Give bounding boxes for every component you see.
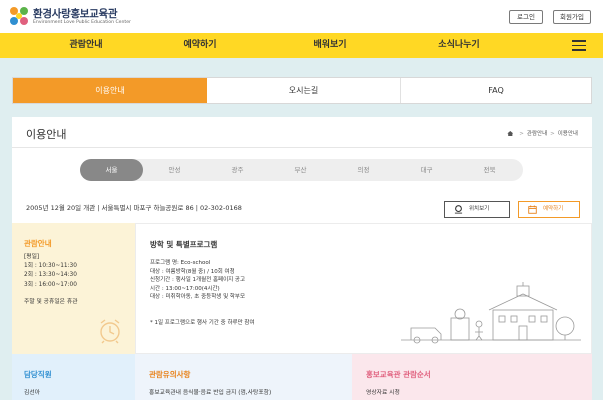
logo-subtitle: Environment Love Public Education Center [33,20,131,25]
program-line: 대상 : 여름방학(8월 중) / 10회 여청 [150,268,235,275]
breadcrumb-item-current: 이용안내 [557,131,578,137]
program-note: * 1일 프로그램으로 행사 기간 중 하루만 참여 [150,320,255,326]
sub-tabs: 이용안내 오시는길 FAQ [12,77,592,104]
hours-line: 3회 : 16:00~17:00 [24,281,77,288]
calendar-icon [528,205,537,214]
main-nav: 관람안내 예약하기 배워보기 소식나누기 [0,33,603,58]
region-selector: 서울 안성 광주 부산 의정 대구 전북 [80,159,523,181]
staff-name: 김선아 [24,390,40,396]
region-anseong[interactable]: 안성 [143,159,206,181]
order-card: 홍보교육관 관람순서 영상자료 시청 [352,354,592,400]
region-busan[interactable]: 부산 [269,159,332,181]
program-line: 프로그램 명: Eco-school [150,260,211,266]
region-jeonbuk[interactable]: 전북 [458,159,521,181]
site-logo[interactable]: 환경사랑홍보교육관 Environment Love Public Educat… [8,4,158,30]
nav-item-visit-info[interactable]: 관람안내 [36,33,136,58]
location-pin-icon [454,205,463,214]
region-daegu[interactable]: 대구 [395,159,458,181]
nav-item-news[interactable]: 소식나누기 [409,33,509,58]
reserve-button[interactable]: 예약하기 [518,201,580,218]
program-line: 대상 : 미취학아동, 초 중등학생 및 학부모 [150,294,246,301]
menu-icon[interactable] [572,40,586,51]
map-button-label: 위치보기 [469,206,490,212]
school-illustration-icon [401,282,581,344]
map-button[interactable]: 위치보기 [444,201,510,218]
order-heading: 홍보교육관 관람순서 [366,370,431,379]
region-gwangju[interactable]: 광주 [206,159,269,181]
program-title: 방학 및 특별프로그램 [150,240,218,249]
hours-line: [평일] [24,254,40,260]
hours-line: 2회 : 13:30~14:30 [24,272,77,279]
staff-heading: 담당직원 [24,370,52,379]
breadcrumb: > 관람안내 > 이용안내 [507,129,578,137]
hours-card: 관람안내 [평일] 1회 : 10:30~11:30 2회 : 13:30~14… [12,223,135,354]
program-card: 방학 및 특별프로그램 프로그램 명: Eco-school 대상 : 여름방학… [135,223,592,354]
home-icon[interactable] [507,131,514,136]
program-details: 프로그램 명: Eco-school 대상 : 여름방학(8월 중) / 10회… [150,259,245,302]
join-button[interactable]: 회원가입 [553,10,591,24]
nav-item-learning[interactable]: 배워보기 [280,33,380,58]
notice-card: 관람유의사항 홍보교육관내 음식물·음료 반입 금지 (껌,사탕포함) [135,354,352,400]
notice-heading: 관람유의사항 [149,370,191,379]
breadcrumb-separator: > [519,131,524,137]
region-uijeong[interactable]: 의정 [332,159,395,181]
info-grid: 관람안내 [평일] 1회 : 10:30~11:30 2회 : 13:30~14… [12,223,592,400]
hours-list: [평일] 1회 : 10:30~11:30 2회 : 13:30~14:30 3… [24,253,77,290]
title-divider [12,147,592,148]
breadcrumb-item[interactable]: 관람안내 [527,131,547,137]
notice-text: 홍보교육관내 음식물·음료 반입 금지 (껌,사탕포함) [149,390,272,396]
address-line: 2005년 12월 20일 개관 | 서울특별시 마포구 하늘공원로 86 | … [26,204,242,212]
login-button[interactable]: 로그인 [509,10,543,24]
logo-title: 환경사랑홍보교육관 [33,8,118,20]
hours-heading: 관람안내 [24,239,52,248]
nav-item-reservation[interactable]: 예약하기 [150,33,250,58]
program-line: 신청기간 : 행사일 1개월전 홈페이지 공고 [150,277,246,284]
alarm-clock-icon [100,319,120,344]
region-seoul[interactable]: 서울 [80,159,143,181]
staff-card: 담당직원 김선아 [12,354,135,400]
hours-line: 1회 : 10:30~11:30 [24,263,77,270]
order-text: 영상자료 시청 [366,390,400,396]
site-header: 환경사랑홍보교육관 Environment Love Public Educat… [0,0,603,33]
program-line: 시간 : 13:00~17:00(4시간) [150,285,220,292]
logo-icon [10,7,28,25]
breadcrumb-separator: > [550,131,555,137]
reserve-button-label: 예약하기 [543,206,564,212]
hours-note: 주말 및 공휴일은 휴관 [24,299,78,305]
page-title: 이용안내 [26,128,67,141]
tab-faq[interactable]: FAQ [401,78,591,103]
tab-usage-info[interactable]: 이용안내 [13,78,207,103]
tab-directions[interactable]: 오시는길 [207,78,400,103]
